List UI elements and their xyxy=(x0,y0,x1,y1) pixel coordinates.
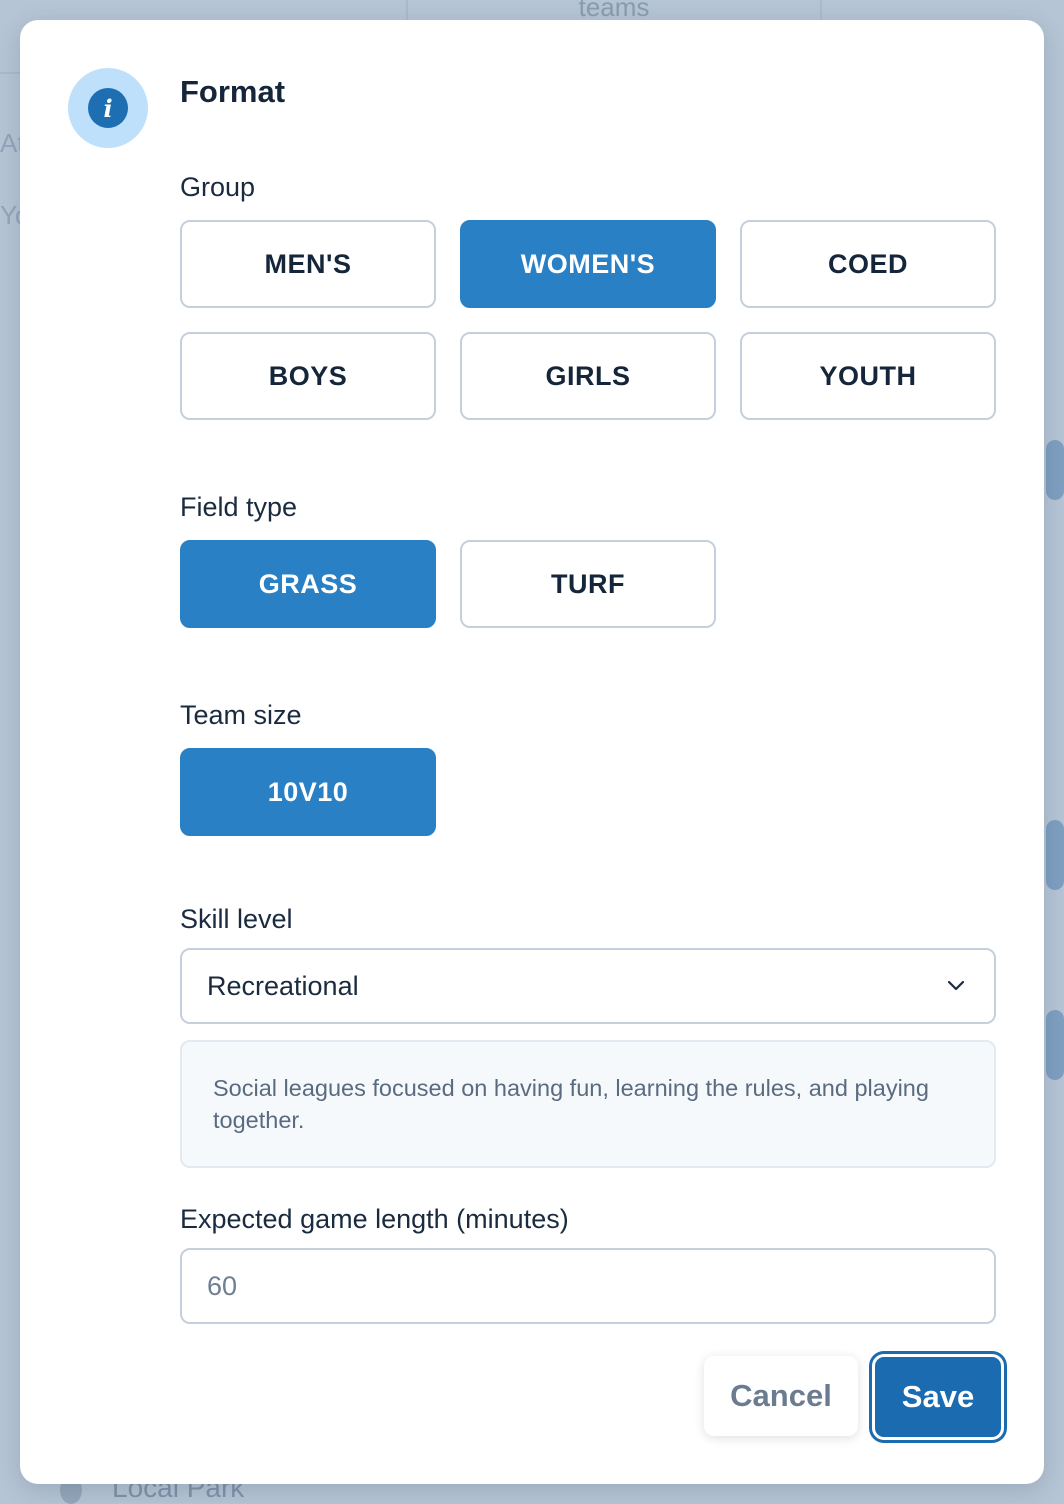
field-type-option-turf[interactable]: TURF xyxy=(460,540,716,628)
skill-level-select[interactable]: Recreational xyxy=(180,948,996,1024)
cancel-button[interactable]: Cancel xyxy=(704,1356,858,1436)
team-size-label: Team size xyxy=(180,700,302,730)
background-divider xyxy=(0,72,20,74)
format-dialog: i Format Group MEN'S WOMEN'S COED BOYS G… xyxy=(20,20,1044,1484)
skill-level-label: Skill level xyxy=(180,904,293,934)
background-button xyxy=(1046,1010,1064,1080)
dialog-title: Format xyxy=(180,74,286,109)
chevron-down-icon xyxy=(947,980,965,991)
game-length-input[interactable] xyxy=(180,1248,996,1324)
skill-level-description: Social leagues focused on having fun, le… xyxy=(180,1040,996,1168)
group-option-womens[interactable]: WOMEN'S xyxy=(460,220,716,308)
info-icon: i xyxy=(88,88,128,128)
save-button[interactable]: Save xyxy=(872,1354,1004,1440)
game-length-label: Expected game length (minutes) xyxy=(180,1204,569,1234)
field-type-option-grass[interactable]: GRASS xyxy=(180,540,436,628)
background-button xyxy=(1046,440,1064,500)
group-option-youth[interactable]: YOUTH xyxy=(740,332,996,420)
background-tab: teams xyxy=(406,0,822,22)
group-option-girls[interactable]: GIRLS xyxy=(460,332,716,420)
group-option-boys[interactable]: BOYS xyxy=(180,332,436,420)
background-button xyxy=(1046,820,1064,890)
field-type-label: Field type xyxy=(180,492,298,522)
group-option-coed[interactable]: COED xyxy=(740,220,996,308)
team-size-option-10v10[interactable]: 10V10 xyxy=(180,748,436,836)
skill-level-value: Recreational xyxy=(207,970,359,1001)
group-option-mens[interactable]: MEN'S xyxy=(180,220,436,308)
info-badge: i xyxy=(68,68,148,148)
group-label: Group xyxy=(180,172,256,202)
